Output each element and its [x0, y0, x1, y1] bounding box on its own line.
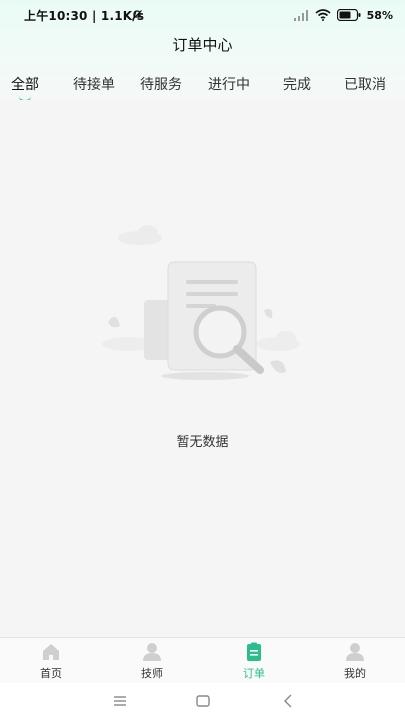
person-icon [143, 643, 161, 661]
tab-pending-accept[interactable]: 待接单 [73, 74, 115, 94]
wifi-icon [315, 9, 331, 21]
tab-label: 全部 [11, 77, 39, 93]
order-list-area[interactable]: 暂无数据 [0, 100, 405, 637]
tab-cancelled[interactable]: 已取消 [344, 74, 386, 94]
tabbar-label: 首页 [40, 667, 62, 680]
status-time-speed: 上午10:30 | 1.1K/s [24, 9, 145, 23]
tab-in-progress[interactable]: 进行中 [208, 74, 250, 94]
bottom-tabbar: 首页 技师 订单 我的 [0, 637, 405, 683]
tabbar-label: 技师 [141, 667, 163, 680]
battery-icon [336, 9, 361, 21]
user-icon [346, 643, 364, 661]
empty-document-magnifier-icon [102, 225, 300, 380]
tab-label: 已取消 [344, 77, 386, 93]
status-right: 58% [293, 7, 393, 23]
mute-bell-icon [132, 10, 142, 20]
tab-label: 完成 [283, 77, 311, 93]
tabbar-orders[interactable]: 订单 [224, 642, 284, 681]
signal-icon [293, 10, 308, 21]
menu-icon[interactable] [112, 693, 128, 709]
battery-percent: 58% [366, 8, 393, 22]
tabbar-home[interactable]: 首页 [21, 642, 81, 681]
system-navigation-bar [0, 683, 405, 720]
empty-state-text: 暂无数据 [176, 435, 229, 450]
tab-completed[interactable]: 完成 [283, 74, 311, 94]
tab-pending-service[interactable]: 待服务 [140, 74, 182, 94]
header: 上午10:30 | 1.1K/s 58% 订单中心 全部 待接单 待服务 进行中… [0, 0, 405, 102]
tabbar-technician[interactable]: 技师 [122, 642, 182, 681]
status-bar: 上午10:30 | 1.1K/s 58% [0, 0, 405, 30]
tabbar-mine[interactable]: 我的 [325, 642, 385, 681]
tabbar-label: 订单 [243, 667, 265, 680]
tab-all[interactable]: 全部 [11, 74, 39, 102]
order-icon [247, 642, 261, 661]
page-title: 订单中心 [172, 36, 233, 54]
tabbar-label: 我的 [344, 667, 366, 680]
home-icon [43, 644, 59, 660]
tab-label: 进行中 [208, 77, 250, 93]
order-tabs: 全部 待接单 待服务 进行中 完成 已取消 [0, 70, 405, 102]
home-square-icon[interactable] [195, 693, 211, 709]
tab-label: 待接单 [73, 77, 115, 93]
tab-label: 待服务 [140, 77, 182, 93]
back-icon[interactable] [280, 693, 296, 709]
